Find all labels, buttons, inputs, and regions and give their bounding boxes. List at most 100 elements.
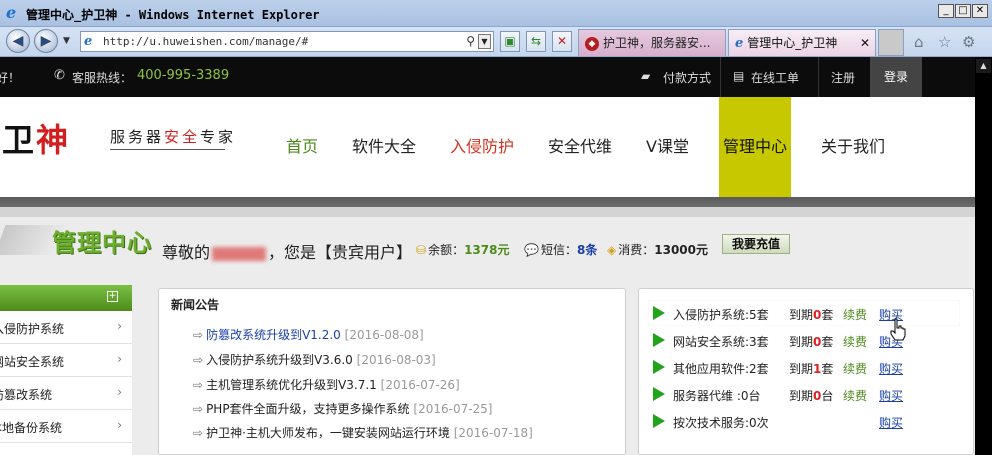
tab-label: 管理中心_护卫神 bbox=[747, 36, 838, 50]
header-divider bbox=[0, 197, 975, 207]
service-expiry: 到期0套 bbox=[789, 333, 833, 350]
service-name: 入侵防护系统:5套 bbox=[673, 308, 769, 322]
close-window-button[interactable]: ✕ bbox=[972, 4, 988, 18]
news-item-text[interactable]: 主机管理系统优化升级到V3.7.1 bbox=[206, 378, 377, 392]
renew-link[interactable]: 续费 bbox=[843, 387, 867, 404]
news-panel: 新闻公告 ⇨ 防篡改系统升级到V1.2.0 [2016-08-08] ⇨ 入侵防护系… bbox=[158, 288, 626, 455]
news-item-date: [2016-07-25] bbox=[413, 402, 493, 416]
spend-label: 消费： bbox=[618, 243, 655, 257]
renew-link[interactable]: 续费 bbox=[843, 333, 867, 350]
tab-manage-center[interactable]: e 管理中心_护卫神 ✕ bbox=[728, 29, 876, 56]
news-item[interactable]: ⇨ 防篡改系统升级到V1.2.0 [2016-08-08] bbox=[193, 326, 424, 343]
stop-icon[interactable]: ✕ bbox=[552, 31, 572, 52]
scroll-up-icon[interactable]: ▲ bbox=[976, 59, 991, 73]
play-triangle-icon bbox=[653, 306, 665, 320]
back-button[interactable]: ◀ bbox=[6, 29, 30, 53]
redacted-username bbox=[212, 246, 267, 261]
sidebar-item-local-backup[interactable]: 本地备份系统 › bbox=[0, 410, 132, 443]
logo-text: 护卫 bbox=[0, 121, 37, 159]
news-item[interactable]: ⇨ 护卫神·主机大师发布，一键安装网站运行环境 [2016-07-18] bbox=[193, 424, 533, 441]
logo-text-red: 神 bbox=[36, 121, 71, 159]
address-bar[interactable]: e http://u.huweishen.com/manage/# ⚲ ▼ bbox=[80, 31, 494, 52]
new-tab-button[interactable] bbox=[878, 29, 904, 56]
buy-link[interactable]: 购买 bbox=[879, 387, 903, 404]
balance-value: 1378元 bbox=[464, 243, 510, 257]
news-item-text[interactable]: 护卫神·主机大师发布，一键安装网站运行环境 bbox=[206, 426, 450, 440]
menu-item-software[interactable]: 软件大全 bbox=[352, 133, 416, 157]
minimize-button[interactable]: _ bbox=[938, 4, 954, 18]
chevron-right-icon: › bbox=[117, 319, 122, 333]
menu-item-manage[interactable]: 管理中心 bbox=[719, 97, 791, 197]
play-triangle-icon bbox=[653, 387, 665, 401]
slogan-underline bbox=[110, 149, 225, 150]
tab-huweishen-home[interactable]: ◆ 护卫神，服务器安... bbox=[578, 29, 726, 56]
news-item[interactable]: ⇨ 入侵防护系统升级到V3.6.0 [2016-08-03] bbox=[193, 351, 436, 368]
expiry-unit: 套 bbox=[821, 362, 834, 376]
slogan-part: 服务器 bbox=[110, 128, 165, 146]
left-sidebar: + 入侵防护系统 › 网站安全系统 › 防篡改系统 › 本地备份系统 › bbox=[0, 285, 132, 455]
address-url[interactable]: http://u.huweishen.com/manage/# bbox=[103, 35, 308, 48]
news-item-date: [2016-07-26] bbox=[380, 378, 460, 392]
service-name: 服务器代维 :0台 bbox=[673, 389, 761, 403]
site-logo[interactable]: 护卫神 bbox=[0, 115, 70, 161]
news-item-text[interactable]: 防篡改系统升级到V1.2.0 bbox=[206, 328, 341, 342]
news-item[interactable]: ⇨ PHP套件全面升级，支持更多操作系统 [2016-07-25] bbox=[193, 400, 493, 417]
slogan-part-red: 安全 bbox=[164, 128, 201, 146]
menu-item-home[interactable]: 首页 bbox=[286, 133, 318, 157]
service-row: 其他应用软件:2套 到期1套 续费 购买 bbox=[649, 355, 959, 379]
favorites-star-icon[interactable]: ☆ bbox=[938, 33, 951, 51]
menu-item-intrusion[interactable]: 入侵防护 bbox=[450, 133, 514, 157]
gold-ingot-icon: ◈ bbox=[607, 243, 617, 257]
arrow-right-icon: ⇨ bbox=[193, 426, 204, 440]
compatibility-view-icon[interactable]: ▣ bbox=[500, 31, 520, 52]
menu-item-vclass[interactable]: V课堂 bbox=[646, 133, 689, 157]
address-dropdown-icon[interactable]: ▼ bbox=[478, 34, 491, 49]
menu-item-maintenance[interactable]: 安全代维 bbox=[548, 133, 612, 157]
home-icon[interactable]: ⌂ bbox=[914, 33, 924, 51]
arrow-right-icon: ⇨ bbox=[193, 328, 204, 342]
expiry-prefix: 到期 bbox=[789, 308, 814, 322]
sidebar-item-label: 入侵防护系统 bbox=[0, 322, 65, 336]
expand-plus-icon[interactable]: + bbox=[107, 291, 118, 302]
buy-link[interactable]: 购买 bbox=[879, 360, 903, 377]
buy-link[interactable]: 购买 bbox=[879, 414, 903, 431]
renew-link[interactable]: 续费 bbox=[843, 306, 867, 323]
phone-icon: ✆ bbox=[54, 68, 65, 83]
payment-methods-link[interactable]: 付款方式 bbox=[663, 69, 711, 86]
menu-item-about[interactable]: 关于我们 bbox=[821, 133, 885, 157]
service-row: 服务器代维 :0台 到期0台 续费 购买 bbox=[649, 382, 959, 406]
maximize-button[interactable]: □ bbox=[955, 4, 971, 18]
login-button[interactable]: 登录 bbox=[870, 57, 922, 97]
online-ticket-link[interactable]: 在线工单 bbox=[751, 69, 799, 86]
vertical-scrollbar[interactable]: ▲ bbox=[975, 57, 992, 455]
search-icon[interactable]: ⚲ bbox=[466, 34, 475, 48]
payment-icon: ▰ bbox=[641, 69, 651, 83]
sms-value: 8条 bbox=[576, 243, 598, 257]
sidebar-item-website-security[interactable]: 网站安全系统 › bbox=[0, 344, 132, 377]
forward-button[interactable]: ▶ bbox=[34, 29, 58, 53]
balance-label: 余额： bbox=[428, 243, 465, 257]
register-link[interactable]: 注册 bbox=[831, 69, 855, 86]
expiry-unit: 台 bbox=[821, 389, 834, 403]
expiry-prefix: 到期 bbox=[789, 389, 814, 403]
close-tab-icon[interactable]: ✕ bbox=[860, 30, 870, 56]
news-item[interactable]: ⇨ 主机管理系统优化升级到V3.7.1 [2016-07-26] bbox=[193, 376, 460, 393]
expiry-prefix: 到期 bbox=[789, 335, 814, 349]
site-header: 护卫神 服务器安全专家 首页 软件大全 入侵防护 安全代维 V课堂 管理中心 关… bbox=[0, 97, 975, 197]
greeting-prefix: 尊敬的 bbox=[162, 243, 211, 262]
renew-link[interactable]: 续费 bbox=[843, 360, 867, 377]
news-item-text[interactable]: PHP套件全面升级，支持更多操作系统 bbox=[206, 402, 410, 416]
refresh-icon[interactable]: ⇆ bbox=[526, 31, 546, 52]
huweishen-favicon-icon: ◆ bbox=[585, 36, 599, 51]
recharge-button[interactable]: 我要充值 bbox=[722, 234, 790, 254]
news-item-text[interactable]: 入侵防护系统升级到V3.6.0 bbox=[206, 353, 353, 367]
sidebar-item-label: 防篡改系统 bbox=[0, 388, 53, 402]
ie-tab-icon: e bbox=[735, 36, 744, 51]
sidebar-header[interactable]: + bbox=[0, 285, 132, 311]
expiry-prefix: 到期 bbox=[789, 362, 814, 376]
sidebar-item-intrusion[interactable]: 入侵防护系统 › bbox=[0, 311, 132, 344]
tools-gear-icon[interactable]: ⚙ bbox=[962, 33, 975, 51]
service-expiry: 到期1套 bbox=[789, 360, 833, 377]
sidebar-item-tamper-proof[interactable]: 防篡改系统 › bbox=[0, 377, 132, 410]
history-dropdown-icon[interactable]: ▼ bbox=[63, 36, 70, 46]
